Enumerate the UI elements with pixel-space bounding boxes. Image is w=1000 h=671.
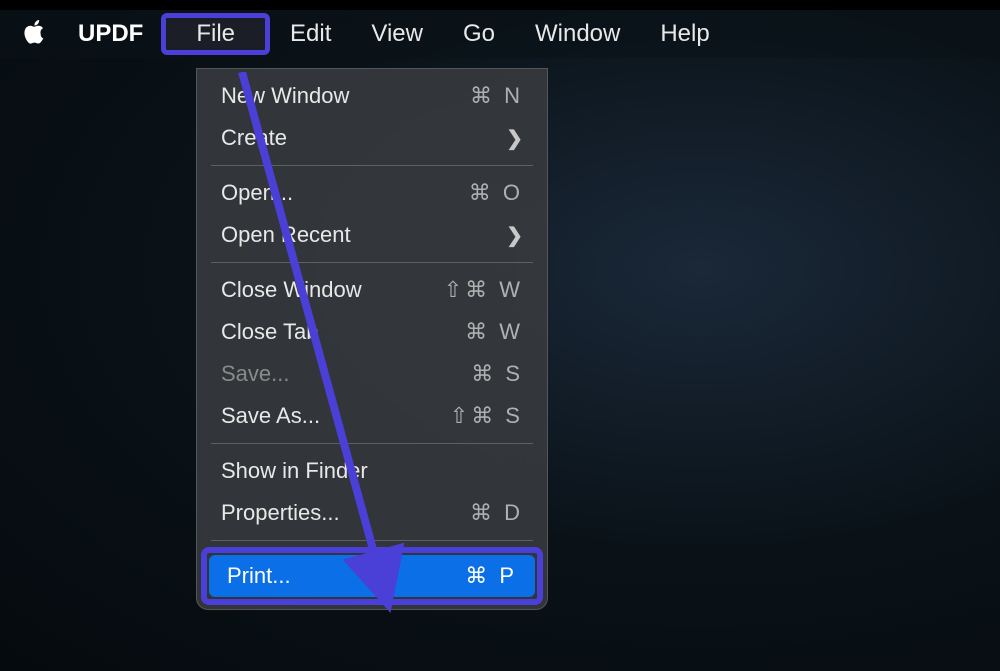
menu-item-shortcut: ⌘ S <box>471 361 523 387</box>
menu-print[interactable]: Print... ⌘ P <box>209 555 535 597</box>
menu-save: Save... ⌘ S <box>203 353 541 395</box>
menu-item-label: Close Tab <box>221 319 465 345</box>
menu-item-shortcut: ⇧⌘ W <box>444 277 523 303</box>
menu-item-shortcut: ⌘ D <box>470 500 523 526</box>
apple-logo-icon <box>22 19 48 50</box>
chevron-right-icon: ❯ <box>506 126 523 151</box>
menu-properties[interactable]: Properties... ⌘ D <box>203 492 541 534</box>
menu-view[interactable]: View <box>351 14 443 54</box>
menu-item-label: Save... <box>221 361 471 387</box>
menu-file[interactable]: File <box>161 13 270 55</box>
menu-separator <box>211 262 533 263</box>
menu-item-label: Close Window <box>221 277 444 303</box>
menu-item-shortcut: ⌘ W <box>465 319 523 345</box>
menu-save-as[interactable]: Save As... ⇧⌘ S <box>203 395 541 437</box>
menu-go[interactable]: Go <box>443 14 515 54</box>
menu-item-label: Open Recent <box>221 222 506 248</box>
menu-edit[interactable]: Edit <box>270 14 351 54</box>
apple-menu[interactable] <box>10 19 60 50</box>
menu-item-label: Open... <box>221 180 469 206</box>
chevron-right-icon: ❯ <box>506 223 523 248</box>
menu-item-shortcut: ⌘ N <box>470 83 523 109</box>
menu-separator <box>211 540 533 541</box>
menu-item-label: Properties... <box>221 500 470 526</box>
menu-close-tab[interactable]: Close Tab ⌘ W <box>203 311 541 353</box>
menu-separator <box>211 165 533 166</box>
menu-new-window[interactable]: New Window ⌘ N <box>203 75 541 117</box>
menubar: UPDF File Edit View Go Window Help <box>0 10 1000 58</box>
menu-item-label: Save As... <box>221 403 450 429</box>
menu-item-shortcut: ⌘ O <box>469 180 523 206</box>
print-annotation-box: Print... ⌘ P <box>201 547 543 605</box>
menu-item-label: Show in Finder <box>221 458 523 484</box>
menu-item-label: New Window <box>221 83 470 109</box>
app-name: UPDF <box>60 20 161 48</box>
menu-window[interactable]: Window <box>515 14 640 54</box>
window-top-strip <box>0 0 1000 10</box>
file-dropdown: New Window ⌘ N Create ❯ Open... ⌘ O Open… <box>196 68 548 610</box>
menu-create[interactable]: Create ❯ <box>203 117 541 159</box>
menu-item-label: Create <box>221 125 506 151</box>
menu-open[interactable]: Open... ⌘ O <box>203 172 541 214</box>
menu-separator <box>211 443 533 444</box>
menu-item-shortcut: ⇧⌘ S <box>450 403 523 429</box>
menu-open-recent[interactable]: Open Recent ❯ <box>203 214 541 256</box>
menu-item-shortcut: ⌘ P <box>465 563 517 589</box>
menu-item-label: Print... <box>227 563 465 589</box>
menu-help[interactable]: Help <box>640 14 729 54</box>
menu-show-in-finder[interactable]: Show in Finder <box>203 450 541 492</box>
menu-close-window[interactable]: Close Window ⇧⌘ W <box>203 269 541 311</box>
